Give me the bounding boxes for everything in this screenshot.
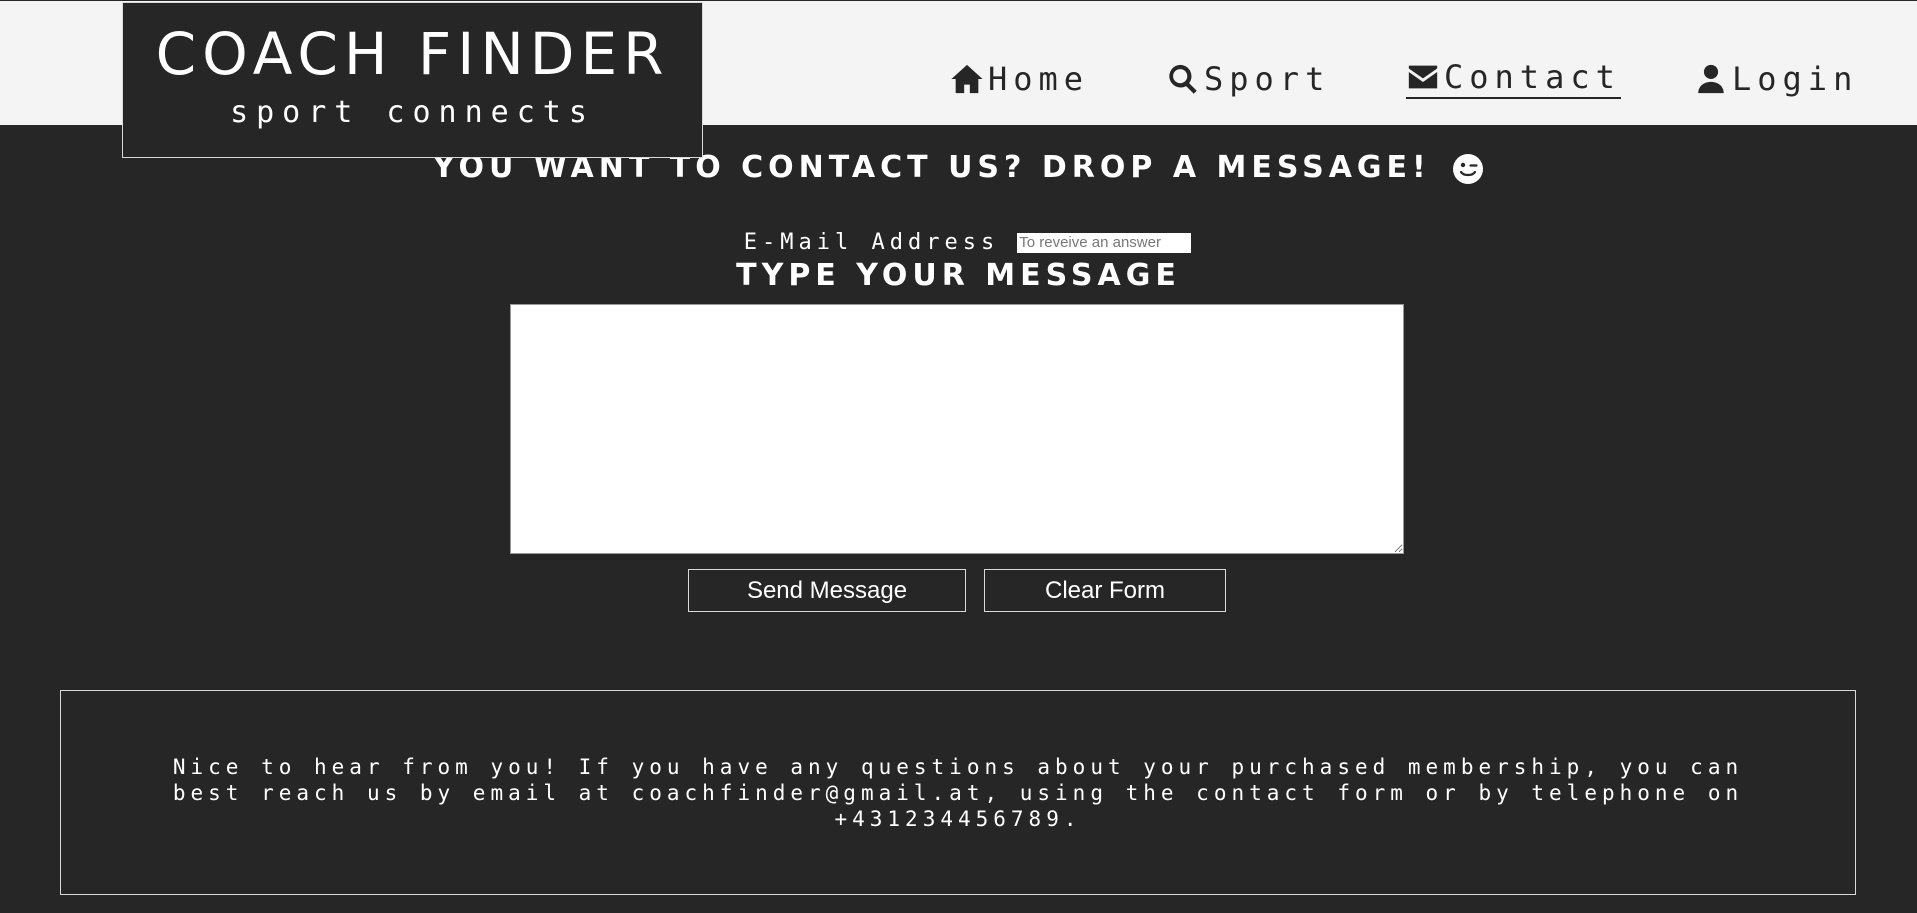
nav-contact-link[interactable]: Contact <box>1406 58 1621 99</box>
nav-login-label: Login <box>1732 60 1859 98</box>
site-logo[interactable]: COACH FINDER sport connects <box>122 2 703 158</box>
home-icon <box>951 64 983 94</box>
email-label: E-Mail Address <box>743 230 1000 255</box>
contact-info-text: Nice to hear from you! If you have any q… <box>172 754 1744 831</box>
user-icon <box>1698 64 1724 94</box>
message-heading: TYPE YOUR MESSAGE <box>736 258 1181 293</box>
envelope-icon <box>1408 65 1438 89</box>
send-message-button[interactable]: Send Message <box>688 569 966 612</box>
contact-info-box: Nice to hear from you! If you have any q… <box>60 690 1856 895</box>
message-textarea[interactable] <box>510 304 1404 554</box>
nav-sport-link[interactable]: Sport <box>1166 59 1330 99</box>
nav-login-link[interactable]: Login <box>1694 59 1858 99</box>
nav-sport-label: Sport <box>1204 60 1331 98</box>
logo-title: COACH FINDER <box>155 20 670 88</box>
nav-contact-label: Contact <box>1444 58 1621 96</box>
email-row: E-Mail Address <box>0 230 1917 255</box>
clear-form-button[interactable]: Clear Form <box>984 569 1226 612</box>
logo-subtitle: sport connects <box>230 95 595 130</box>
search-icon <box>1169 64 1197 94</box>
contact-page: Home Sport Contact Login COACH FINDER sp… <box>0 0 1917 913</box>
wink-emoji-icon <box>1453 153 1484 184</box>
nav-home-label: Home <box>988 60 1090 98</box>
email-field[interactable] <box>1017 232 1192 253</box>
nav-home-link[interactable]: Home <box>950 59 1089 99</box>
